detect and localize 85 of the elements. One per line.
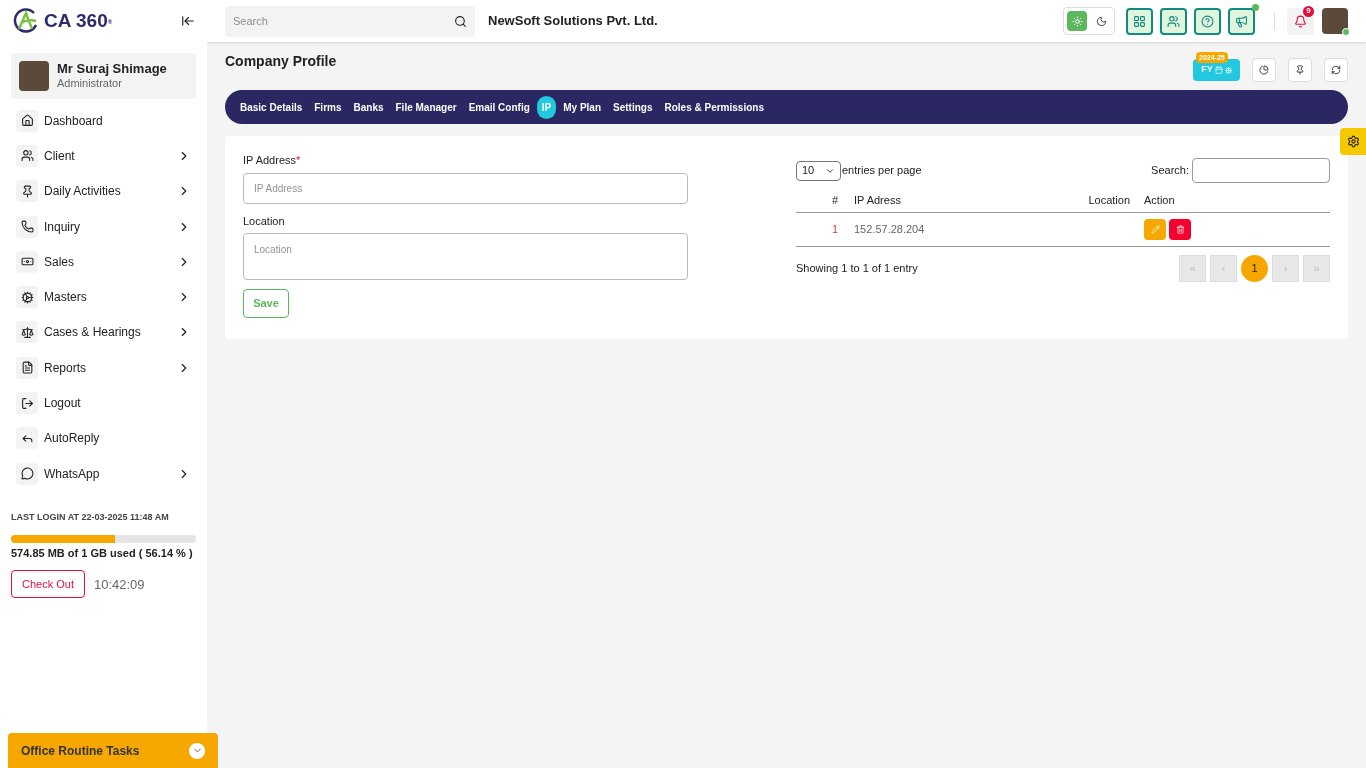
document-icon [20, 361, 34, 375]
required-mark: * [296, 153, 301, 168]
group-icon [1167, 14, 1180, 28]
sidebar-item[interactable]: Dashboard [0, 103, 207, 139]
gear-icon [1224, 66, 1232, 74]
routine-tasks-bar[interactable]: Office Routine Tasks [8, 733, 218, 768]
pencil-icon [1150, 225, 1160, 234]
toolbar-button[interactable] [1160, 7, 1187, 35]
delete-button[interactable] [1169, 219, 1191, 240]
notification-button[interactable]: 9 [1287, 7, 1314, 35]
sidebar-item[interactable]: AutoReply [0, 420, 207, 456]
bell-icon [1294, 14, 1307, 28]
sidebar-item[interactable]: Logout [0, 385, 207, 421]
field-label: IP Address [243, 153, 296, 168]
sidebar-item[interactable]: Sales [0, 244, 207, 280]
user-name: Mr Suraj Shimage [57, 61, 167, 78]
gears-icon [20, 290, 34, 304]
logo-text: CA 360$^{®}$ [44, 8, 113, 33]
moon-icon [1095, 15, 1107, 27]
tab[interactable]: Basic Details [235, 95, 308, 119]
tab[interactable]: File Manager [390, 95, 462, 119]
sidebar-item[interactable]: Reports [0, 350, 207, 386]
search-label: Search: [1151, 163, 1189, 179]
sidebar-item[interactable]: Inquiry [0, 208, 207, 245]
tab[interactable]: Banks [348, 95, 389, 119]
refresh-icon [1331, 65, 1341, 75]
notification-count: 9 [1303, 5, 1314, 17]
settings-icon[interactable] [1340, 128, 1366, 155]
help-icon [1201, 14, 1214, 28]
table-cell-text: 152.57.28.204 [853, 222, 926, 238]
storage-text: 574.85 MB of 1 GB used ( 56.14 % ) [11, 545, 194, 561]
pin-icon [1295, 65, 1305, 75]
grid-icon [1133, 14, 1146, 28]
sidebar-item[interactable]: WhatsApp [0, 455, 207, 492]
pie-chart-icon [1259, 65, 1269, 75]
trash-icon [1175, 225, 1185, 234]
page-title: Company Profile [225, 52, 337, 71]
house-icon [20, 114, 34, 128]
theme-toggle[interactable] [1063, 7, 1115, 35]
people-icon [20, 149, 34, 163]
exit-icon [20, 396, 34, 410]
last-login-text: LAST LOGIN AT 22-03-2025 11:48 AM [11, 511, 170, 525]
toolbar-button[interactable] [1194, 7, 1221, 35]
sidebar-item[interactable]: Cases & Hearings [0, 314, 207, 351]
tab[interactable]: Settings [608, 95, 658, 119]
search-icon [454, 14, 467, 28]
phone-icon [20, 220, 34, 234]
tab[interactable]: Firms [309, 95, 347, 119]
location-field[interactable]: Location [243, 233, 688, 280]
logo-icon [12, 7, 40, 35]
pin-icon [20, 184, 34, 198]
chat-icon [20, 467, 34, 481]
ip-address-field[interactable]: IP Address [243, 172, 688, 204]
scale-icon [20, 325, 34, 339]
theme-option[interactable] [1067, 11, 1087, 31]
sun-icon [1071, 15, 1083, 27]
column-header[interactable]: IP Adress [840, 192, 1020, 209]
clock-text: 10:42:09 [93, 575, 145, 594]
table-info: Showing 1 to 1 of 1 entry [796, 261, 918, 277]
column-header[interactable]: # [796, 192, 840, 209]
page-size-label: entries per page [842, 163, 922, 179]
user-role: Administrator [57, 77, 123, 91]
table-cell-text: 1 [830, 222, 839, 238]
tab[interactable]: My Plan [558, 95, 607, 119]
column-header[interactable]: Action [1130, 192, 1175, 209]
avatar-placeholder [19, 61, 49, 91]
tab[interactable]: Roles & Permissions [659, 95, 769, 119]
company-name: NewSoft Solutions Pvt. Ltd. [488, 12, 658, 31]
search-field[interactable]: Search [225, 5, 475, 37]
check-out-button[interactable]: Check Out [11, 570, 85, 599]
sidebar-item[interactable]: Daily Activities [0, 173, 207, 209]
avatar-placeholder[interactable] [1322, 8, 1348, 34]
table-search-field[interactable] [1192, 158, 1330, 183]
collapse-icon[interactable] [181, 14, 195, 28]
tab[interactable]: Email Config [463, 95, 535, 119]
field-label: Location [243, 213, 285, 229]
toolbar-button[interactable] [1228, 7, 1255, 35]
page-size-select[interactable]: 10 [796, 160, 841, 181]
column-header[interactable]: Location [1020, 192, 1130, 209]
toolbar-button[interactable] [1126, 7, 1153, 35]
megaphone-icon [1235, 14, 1248, 28]
sidebar-item[interactable]: Client [0, 138, 207, 174]
calendar-icon [1214, 66, 1223, 74]
page-button[interactable]: 1 [1241, 255, 1268, 282]
sidebar-item[interactable]: Masters [0, 279, 207, 315]
